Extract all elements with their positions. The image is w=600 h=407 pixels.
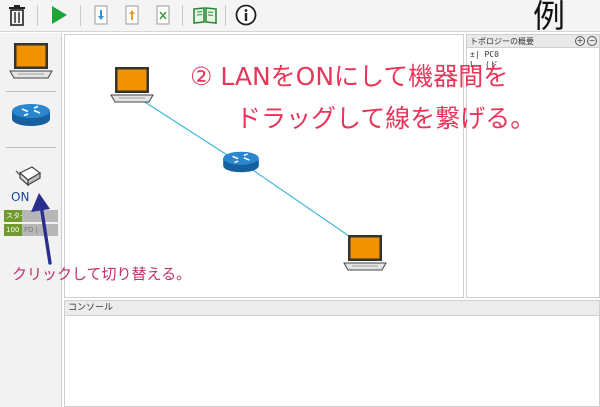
console-title: コンソール (65, 301, 599, 316)
instruction-line-1: ② LANをONにして機器間を (190, 62, 509, 91)
play-icon[interactable] (48, 4, 70, 26)
switch-toggle-icon[interactable] (14, 163, 44, 189)
stat-value: FD | (22, 224, 58, 236)
info-icon[interactable] (235, 4, 257, 26)
trash-icon[interactable] (6, 4, 28, 26)
palette-separator (6, 147, 56, 148)
hint-text: クリックして切り替える。 (12, 265, 192, 283)
laptop-icon (110, 67, 154, 103)
toolbar-separator (37, 5, 38, 26)
stat-key: 100 (4, 224, 22, 236)
router-node[interactable] (219, 147, 263, 181)
clear-icon[interactable] (152, 4, 174, 26)
stat-row: スター (4, 210, 58, 222)
book-icon[interactable] (191, 4, 219, 26)
console-panel: コンソール (64, 300, 600, 407)
laptop-node-pc0[interactable] (109, 65, 155, 109)
laptop-node-pc1[interactable] (342, 233, 388, 277)
router-icon[interactable] (6, 99, 56, 131)
toolbar: 例 (0, 0, 600, 35)
stat-value (22, 210, 58, 222)
toolbar-separator (182, 5, 183, 26)
topology-title: トポロジーの概要 (470, 37, 534, 46)
topology-item[interactable]: ±| PC0 (470, 50, 596, 60)
device-palette: ON スター 100 FD | (0, 33, 62, 407)
stat-key: スター (4, 210, 22, 222)
zoom-out-icon[interactable]: − (587, 36, 597, 46)
lan-on-label[interactable]: ON (11, 190, 29, 204)
topology-header: トポロジーの概要 + − (467, 35, 599, 48)
laptop-icon (343, 235, 387, 271)
laptop-icon[interactable] (6, 41, 56, 81)
zoom-in-icon[interactable]: + (575, 36, 585, 46)
toolbar-separator (80, 5, 81, 26)
example-mark: 例 (533, 0, 566, 35)
instruction-line-2: ドラッグして線を繋げる。 (236, 104, 536, 133)
stat-row: 100 FD | (4, 224, 58, 236)
import-icon[interactable] (90, 4, 112, 26)
palette-separator (6, 91, 56, 92)
export-icon[interactable] (121, 4, 143, 26)
toolbar-separator (225, 5, 226, 26)
router-icon (223, 151, 259, 173)
